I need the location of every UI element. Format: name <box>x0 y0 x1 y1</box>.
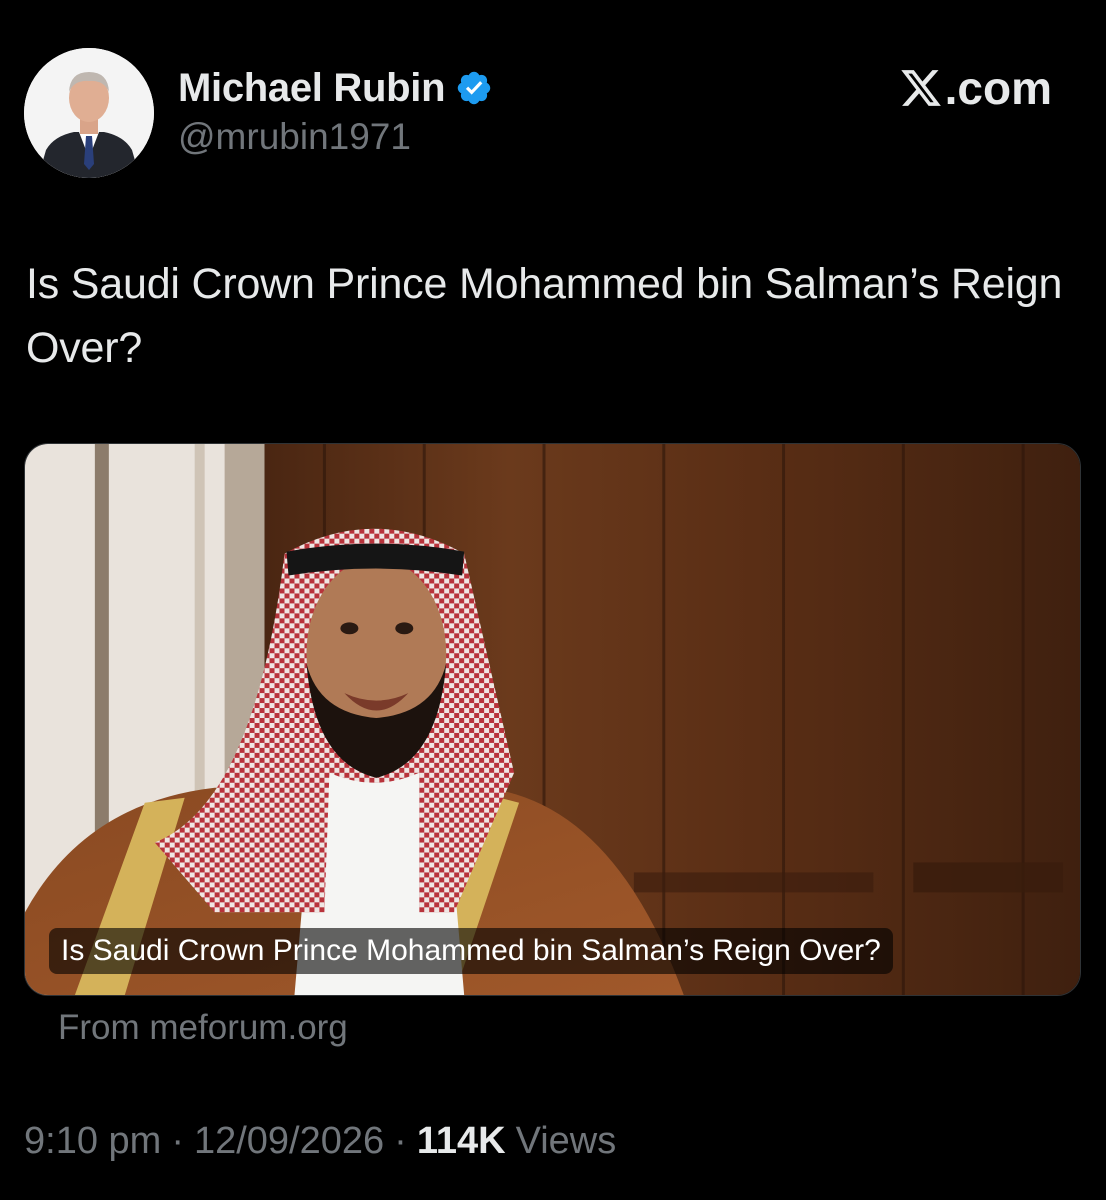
tweet-meta: 9:10 pm · 12/09/2026 · 114K Views <box>24 1120 616 1163</box>
verified-badge-icon <box>458 71 491 105</box>
brand-suffix: .com <box>944 62 1052 114</box>
tweet-date[interactable]: 12/09/2026 <box>194 1120 384 1163</box>
author-name[interactable]: Michael Rubin <box>178 66 446 111</box>
views-label[interactable]: Views <box>516 1120 617 1163</box>
meta-separator: · <box>394 1120 407 1162</box>
link-card[interactable]: Is Saudi Crown Prince Mohammed bin Salma… <box>24 443 1081 996</box>
link-card-image <box>25 444 1080 995</box>
author-handle[interactable]: @mrubin1971 <box>178 116 411 158</box>
meta-separator: · <box>171 1120 184 1162</box>
link-card-source[interactable]: From meforum.org <box>58 1008 348 1048</box>
author-name-row: Michael Rubin <box>178 60 493 116</box>
link-card-title: Is Saudi Crown Prince Mohammed bin Salma… <box>49 928 893 974</box>
brand-watermark: .com <box>899 60 1052 116</box>
author-avatar[interactable] <box>24 48 154 178</box>
tweet-text: Is Saudi Crown Prince Mohammed bin Salma… <box>26 260 1063 372</box>
tweet-time[interactable]: 9:10 pm <box>24 1120 161 1163</box>
x-logo-icon <box>900 70 941 106</box>
avatar-photo <box>24 48 154 178</box>
views-count[interactable]: 114K <box>417 1120 506 1163</box>
